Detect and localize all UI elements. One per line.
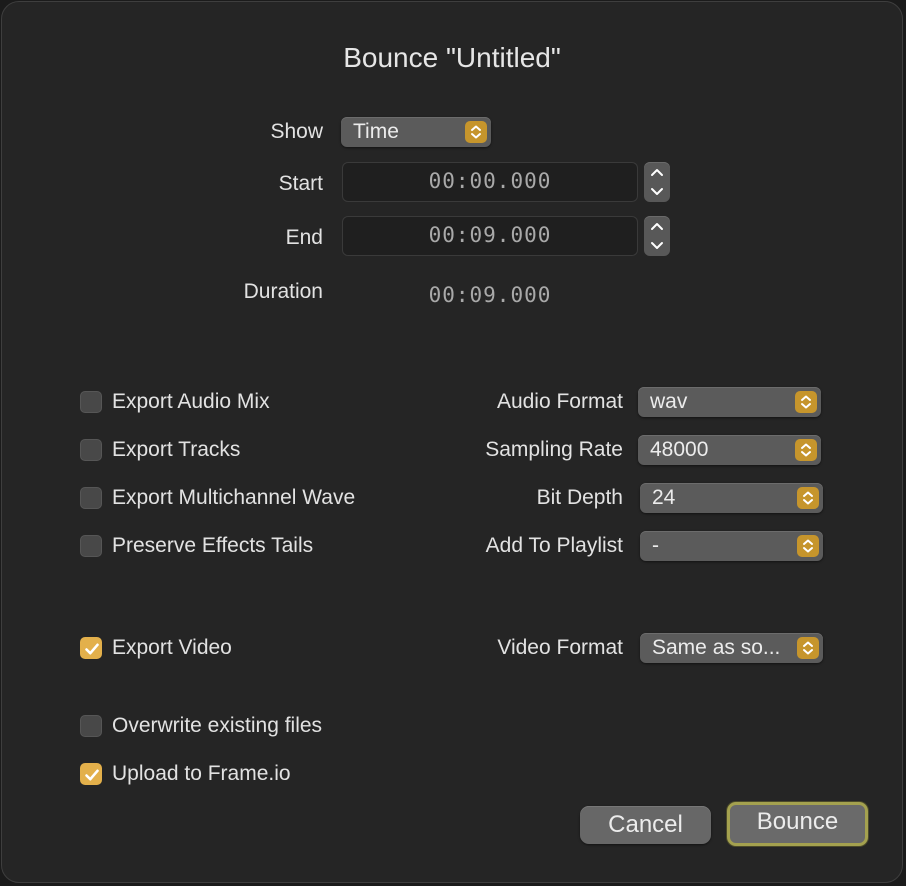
checkbox-box[interactable] bbox=[80, 715, 102, 737]
video-format-popup[interactable]: Same as so... bbox=[640, 633, 823, 663]
bit-depth-popup[interactable]: 24 bbox=[640, 483, 823, 513]
show-popup-value: Time bbox=[353, 120, 399, 143]
preserve-effects-tails-checkbox[interactable]: Preserve Effects Tails bbox=[80, 533, 400, 561]
end-label: End bbox=[285, 226, 323, 249]
add-to-playlist-value: - bbox=[652, 534, 659, 557]
sampling-rate-popup[interactable]: 48000 bbox=[638, 435, 821, 465]
bit-depth-value: 24 bbox=[652, 486, 676, 509]
chevron-down-icon bbox=[651, 242, 663, 249]
export-tracks-checkbox[interactable]: Export Tracks bbox=[80, 437, 400, 465]
export-tracks-label: Export Tracks bbox=[112, 438, 241, 461]
chevron-up-down-icon bbox=[795, 439, 817, 461]
chevron-up-down-icon bbox=[795, 391, 817, 413]
chevron-up-down-icon bbox=[797, 487, 819, 509]
duration-label: Duration bbox=[243, 280, 323, 303]
chevron-down-icon bbox=[651, 188, 663, 195]
export-video-checkbox[interactable]: Export Video bbox=[80, 635, 400, 663]
start-label: Start bbox=[278, 172, 323, 195]
export-audio-mix-checkbox[interactable]: Export Audio Mix bbox=[80, 389, 400, 417]
end-decrement-button[interactable] bbox=[644, 236, 670, 256]
show-popup[interactable]: Time bbox=[341, 117, 491, 147]
chevron-up-icon bbox=[651, 169, 663, 176]
start-time-value: 00:00.000 bbox=[428, 169, 552, 193]
chevron-up-down-icon bbox=[797, 637, 819, 659]
checkbox-box[interactable] bbox=[80, 391, 102, 413]
upload-to-frameio-checkbox[interactable]: Upload to Frame.io bbox=[80, 761, 400, 789]
video-format-label: Video Format bbox=[497, 636, 623, 659]
export-multichannel-wave-checkbox[interactable]: Export Multichannel Wave bbox=[80, 485, 400, 513]
checkbox-box[interactable] bbox=[80, 487, 102, 509]
bit-depth-label: Bit Depth bbox=[536, 486, 623, 509]
checkbox-box[interactable] bbox=[80, 439, 102, 461]
add-to-playlist-label: Add To Playlist bbox=[485, 534, 623, 557]
end-time-value: 00:09.000 bbox=[428, 223, 552, 247]
upload-to-frameio-label: Upload to Frame.io bbox=[112, 762, 291, 785]
chevron-up-down-icon bbox=[465, 121, 487, 143]
cancel-button[interactable]: Cancel bbox=[580, 806, 711, 844]
end-time-stepper[interactable] bbox=[644, 216, 670, 256]
start-increment-button[interactable] bbox=[644, 162, 670, 182]
duration-value: 00:09.000 bbox=[428, 283, 552, 307]
end-increment-button[interactable] bbox=[644, 216, 670, 236]
checkbox-box[interactable] bbox=[80, 535, 102, 557]
export-video-label: Export Video bbox=[112, 636, 232, 659]
start-decrement-button[interactable] bbox=[644, 182, 670, 202]
start-time-field[interactable]: 00:00.000 bbox=[342, 162, 638, 202]
audio-format-popup[interactable]: wav bbox=[638, 387, 821, 417]
preserve-effects-tails-label: Preserve Effects Tails bbox=[112, 534, 314, 557]
audio-format-label: Audio Format bbox=[496, 390, 623, 413]
export-audio-mix-label: Export Audio Mix bbox=[112, 390, 270, 413]
show-label: Show bbox=[270, 120, 323, 143]
sampling-rate-value: 48000 bbox=[650, 438, 709, 461]
bounce-button[interactable]: Bounce bbox=[727, 802, 868, 846]
overwrite-existing-files-checkbox[interactable]: Overwrite existing files bbox=[80, 713, 400, 741]
export-multichannel-wave-label: Export Multichannel Wave bbox=[112, 486, 356, 509]
audio-format-value: wav bbox=[650, 390, 688, 413]
sampling-rate-label: Sampling Rate bbox=[485, 438, 623, 461]
dialog-title: Bounce "Untitled" bbox=[343, 42, 561, 73]
overwrite-existing-files-label: Overwrite existing files bbox=[112, 714, 323, 737]
checkbox-box[interactable] bbox=[80, 637, 102, 659]
start-time-stepper[interactable] bbox=[644, 162, 670, 202]
checkbox-box[interactable] bbox=[80, 763, 102, 785]
add-to-playlist-popup[interactable]: - bbox=[640, 531, 823, 561]
chevron-up-icon bbox=[651, 223, 663, 230]
checkmark-icon bbox=[85, 643, 99, 655]
checkmark-icon bbox=[85, 769, 99, 781]
end-time-field[interactable]: 00:09.000 bbox=[342, 216, 638, 256]
chevron-up-down-icon bbox=[797, 535, 819, 557]
video-format-value: Same as so... bbox=[652, 636, 781, 659]
